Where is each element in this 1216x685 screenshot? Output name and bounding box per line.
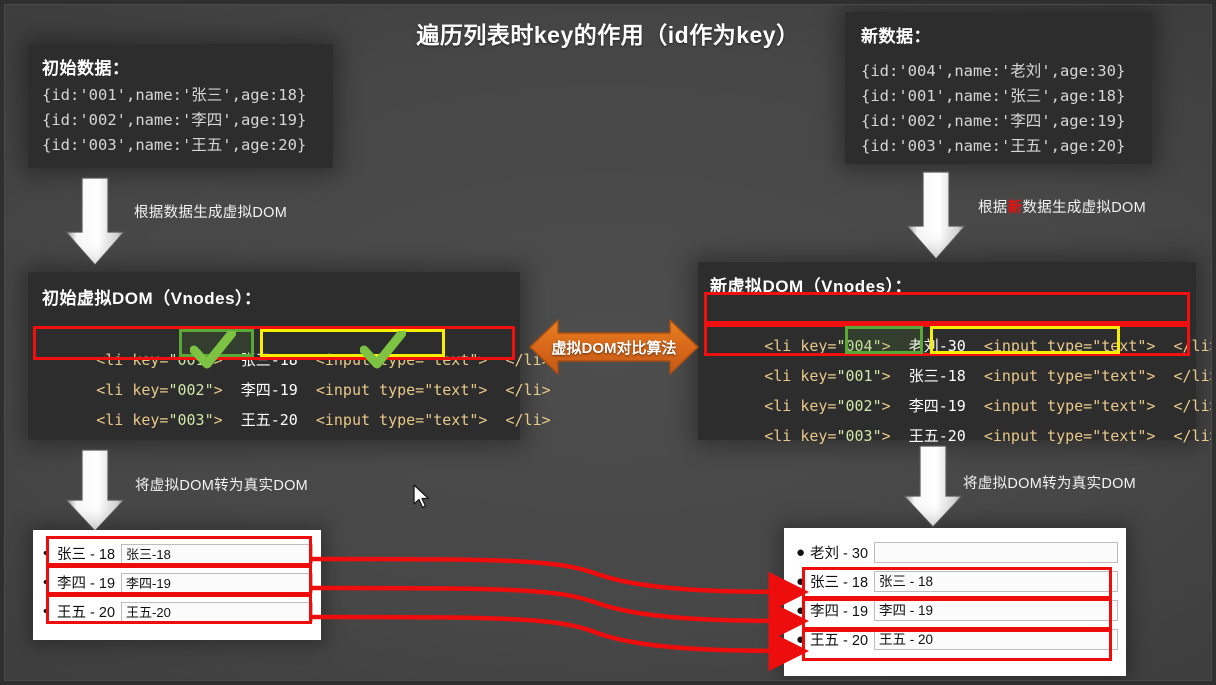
vnode-input-tag: <input type="text">: [983, 427, 1156, 445]
new-data-panel: 新数据： {id:'004',name:'老刘',age:30} {id:'00…: [845, 12, 1152, 164]
vnode-key: 003: [845, 427, 873, 445]
vnode-line: <li key="003"> 王五-20 <input type="text">…: [710, 391, 1216, 445]
arrow-label-right-top-red: 新: [1007, 200, 1023, 216]
new-data-line: {id:'001',name:'张三',age:18}: [861, 87, 1126, 105]
list-item: ● 老刘 - 30: [796, 538, 1118, 567]
list-item-input[interactable]: 张三-18: [121, 543, 313, 564]
list-item: • 李四 - 19 李四-19: [43, 568, 313, 597]
list-item: • 张三 - 18 张三-18: [43, 539, 313, 568]
vnode-text: 王五-20: [240, 411, 298, 429]
initial-data-panel: 初始数据： {id:'001',name:'张三',age:18} {id:'0…: [28, 44, 333, 168]
bullet-icon: ●: [796, 544, 806, 561]
bullet-icon: ●: [796, 573, 806, 590]
down-arrow-icon: [62, 176, 128, 268]
list-item-input[interactable]: 王五 - 20: [874, 629, 1118, 650]
vnode-line: <li key="003"> 王五-20 <input type="text">…: [96, 411, 551, 429]
arrow-label-right-top-prefix: 根据: [978, 200, 1008, 216]
diagram-canvas: 遍历列表时key的作用（id作为key） 初始数据： {id:'001',nam…: [0, 0, 1216, 685]
list-item-label: 老刘 - 30: [810, 546, 869, 562]
down-arrow-icon: [903, 170, 969, 262]
initial-data-title: 初始数据：: [42, 59, 130, 78]
bullet-icon: •: [43, 603, 49, 620]
list-item: ● 李四 - 19 李四 - 19: [796, 596, 1118, 625]
vnode-line: <li key="002"> 李四-19 <input type="text">…: [710, 361, 1216, 415]
vnode-close-tag: </li>: [505, 381, 551, 399]
new-data-line: {id:'002',name:'李四',age:19}: [861, 112, 1126, 130]
vnode-line: <li key="004"> 老刘-30 <input type="text">…: [710, 301, 1216, 355]
new-data-line: {id:'003',name:'王五',age:20}: [861, 137, 1126, 155]
list-item-label: 张三 - 18: [810, 575, 869, 591]
list-item-input[interactable]: 李四 - 19: [874, 600, 1118, 621]
vnode-text: 王五-20: [908, 427, 966, 445]
list-item-input[interactable]: 王五-20: [121, 601, 313, 622]
down-arrow-icon: [62, 448, 128, 534]
new-vnodes-title: 新虚拟DOM（Vnodes）：: [710, 277, 913, 296]
vnode-key: 003: [177, 411, 205, 429]
list-item-input[interactable]: 张三 - 18: [874, 571, 1118, 592]
vdom-diff-arrow: 虚拟DOM对比算法: [528, 316, 700, 378]
initial-data-line: {id:'002',name:'李四',age:19}: [42, 111, 307, 129]
vnode-input-tag: <input type="text">: [315, 411, 488, 429]
list-item-input[interactable]: [874, 542, 1118, 563]
vnode-line: <li key="002"> 李四-19 <input type="text">…: [96, 381, 551, 399]
arrow-label-left-top: 根据数据生成虚拟DOM: [134, 205, 288, 221]
real-dom-list-left: • 张三 - 18 张三-18 • 李四 - 19 李四-19 • 王五 - 2…: [33, 530, 321, 640]
list-item: ● 张三 - 18 张三 - 18: [796, 567, 1118, 596]
down-arrow-icon: [900, 444, 966, 530]
initial-vnodes-title: 初始虚拟DOM（Vnodes）：: [42, 289, 262, 308]
list-item-label: 张三 - 18: [57, 547, 116, 563]
list-item: • 王五 - 20 王五-20: [43, 597, 313, 626]
bullet-icon: •: [43, 545, 49, 562]
vnode-line: <li key="001"> 张三-18 <input type="text">…: [96, 351, 551, 369]
bullet-icon: ●: [796, 602, 806, 619]
initial-vnodes-panel: 初始虚拟DOM（Vnodes）： <li key="001"> 张三-18 <i…: [28, 272, 551, 440]
new-data-line: {id:'004',name:'老刘',age:30}: [861, 62, 1126, 80]
bullet-icon: ●: [796, 631, 806, 648]
initial-data-line: {id:'003',name:'王五',age:20}: [42, 136, 307, 154]
vnode-close-tag: </li>: [1173, 427, 1216, 445]
new-data-title: 新数据：: [861, 27, 931, 46]
list-item: ● 王五 - 20 王五 - 20: [796, 625, 1118, 654]
list-item-label: 王五 - 20: [810, 633, 869, 649]
list-item-input[interactable]: 李四-19: [121, 572, 313, 593]
vnode-close-tag: </li>: [505, 411, 551, 429]
vnode-line: <li key="001"> 张三-18 <input type="text">…: [710, 331, 1216, 385]
arrow-label-right-bottom: 将虚拟DOM转为真实DOM: [963, 476, 1137, 492]
list-item-label: 李四 - 19: [57, 576, 116, 592]
list-item-label: 李四 - 19: [810, 604, 869, 620]
bullet-icon: •: [43, 574, 49, 591]
mouse-cursor: [413, 484, 430, 509]
list-item-label: 王五 - 20: [57, 605, 116, 621]
new-vnodes-panel: 新虚拟DOM（Vnodes）： <li key="004"> 老刘-30 <in…: [698, 262, 1216, 445]
initial-data-line: {id:'001',name:'张三',age:18}: [42, 86, 307, 104]
arrow-label-right-top-suffix: 数据生成虚拟DOM: [1022, 200, 1146, 216]
real-dom-list-right: ● 老刘 - 30 ● 张三 - 18 张三 - 18 ● 李四 - 19 李四…: [784, 528, 1126, 676]
vdom-diff-arrow-label: 虚拟DOM对比算法: [551, 339, 677, 357]
arrow-label-right-top: 根据新数据生成虚拟DOM: [978, 196, 1146, 217]
arrow-label-left-bottom: 将虚拟DOM转为真实DOM: [135, 478, 309, 494]
